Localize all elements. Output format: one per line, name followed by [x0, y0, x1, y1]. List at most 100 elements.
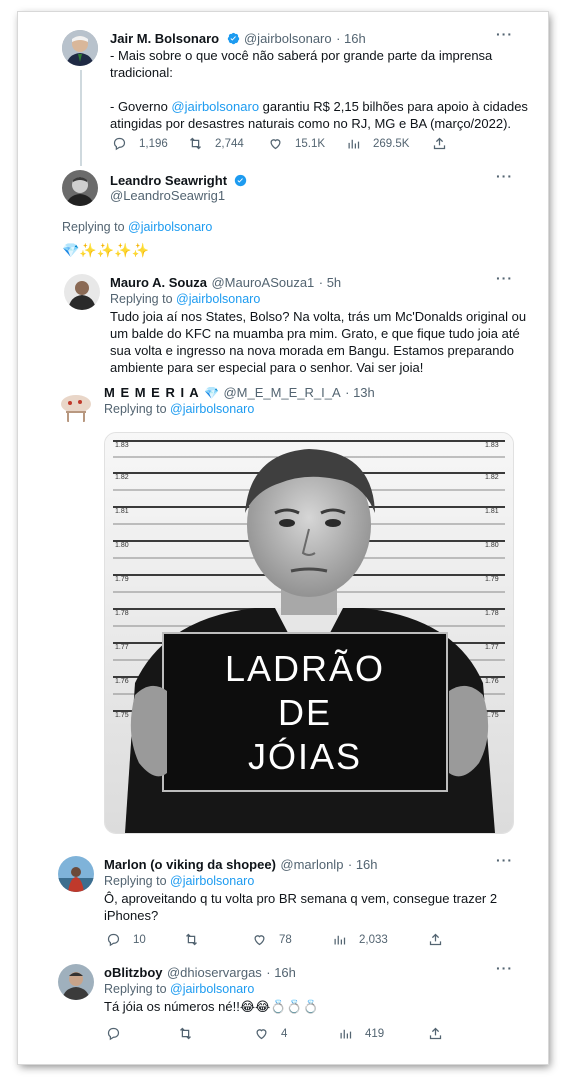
tweet-text-line: ambiente para ser especial para o senhor…: [110, 360, 424, 375]
tweet-time[interactable]: · 16h: [348, 857, 378, 872]
mention-link[interactable]: @jairbolsonaro: [170, 982, 254, 996]
author-handle[interactable]: @dhioservargas: [167, 965, 262, 980]
avatar[interactable]: [58, 856, 94, 892]
tweet-header: oBlitzboy @dhioservargas · 16h: [104, 964, 296, 982]
author-name[interactable]: oBlitzboy: [104, 965, 163, 980]
height-mark: 1.83: [115, 442, 129, 449]
tweet-text-line: Ô, aproveitando q tu volta pro BR semana…: [104, 891, 498, 906]
reply-count: 10: [133, 933, 146, 946]
tweet-text-line: atingidas por desastres naturais como no…: [110, 116, 512, 131]
avatar[interactable]: [58, 388, 94, 424]
replying-label: Replying to: [104, 402, 171, 416]
tweet-time[interactable]: · 5h: [319, 275, 341, 290]
more-icon[interactable]: ···: [496, 26, 513, 42]
like-icon: [270, 139, 281, 150]
height-mark: 1.78: [485, 610, 499, 617]
tweet-header: Marlon (o viking da shopee) @marlonlp · …: [104, 856, 378, 874]
share-button[interactable]: [432, 136, 447, 151]
reply-icon: [107, 933, 120, 947]
author-handle[interactable]: @marlonlp: [280, 857, 343, 872]
author-name[interactable]: Jair M. Bolsonaro: [110, 31, 219, 46]
retweet-button[interactable]: [184, 932, 211, 947]
share-icon: [429, 1027, 442, 1040]
replying-to: Replying to @jairbolsonaro: [104, 982, 254, 996]
height-mark: 1.82: [115, 474, 129, 481]
author-handle[interactable]: @M_E_M_E_R_I_A: [223, 385, 340, 400]
views-button[interactable]: 269.5K: [346, 136, 409, 151]
height-mark: 1.77: [485, 644, 499, 651]
reply-button[interactable]: 10: [106, 932, 146, 947]
views-icon: [348, 139, 360, 149]
mention-link[interactable]: @jairbolsonaro: [170, 874, 254, 888]
views-icon: [340, 1029, 352, 1039]
more-icon[interactable]: ···: [496, 960, 513, 976]
placard-text: DE: [278, 692, 332, 733]
author-handle[interactable]: @MauroASouza1: [211, 275, 314, 290]
mention-link[interactable]: @jairbolsonaro: [176, 292, 260, 306]
replying-to: Replying to @jairbolsonaro: [104, 402, 254, 416]
mention-link[interactable]: @jairbolsonaro: [170, 402, 254, 416]
retweet-button[interactable]: 2,744: [188, 136, 244, 151]
mugshot-image: 1.83 1.82 1.81 1.80 1.79 1.78 1.77 1.76 …: [105, 433, 513, 833]
verified-icon: [227, 32, 239, 45]
tweet-text-line: Tudo joia aí nos States, Bolso? Na volta…: [110, 309, 527, 324]
author-name[interactable]: Mauro A. Souza: [110, 275, 207, 290]
share-button[interactable]: [428, 932, 443, 947]
like-button[interactable]: 78: [252, 932, 292, 947]
replying-label: Replying to: [110, 292, 177, 306]
like-button[interactable]: 15.1K: [268, 136, 325, 151]
tweet-time[interactable]: · 16h: [266, 965, 296, 980]
retweet-button[interactable]: [178, 1026, 205, 1041]
retweet-icon: [190, 137, 201, 150]
text-segment: - Governo: [110, 99, 172, 114]
tweet-header: Jair M. Bolsonaro @jairbolsonaro · 16h: [110, 30, 366, 48]
views-button[interactable]: 2,033: [332, 932, 388, 947]
more-icon[interactable]: ···: [496, 852, 513, 868]
tweet-text-line: - Governo @jairbolsonaro garantiu R$ 2,1…: [110, 98, 530, 115]
timeline: Jair M. Bolsonaro @jairbolsonaro · 16h ·…: [18, 12, 548, 1064]
tweet-text-line: tradicional:: [110, 65, 173, 80]
reply-button[interactable]: 1,196: [112, 136, 168, 151]
reply-icon: [113, 137, 126, 151]
mention-link[interactable]: @jairbolsonaro: [171, 99, 259, 114]
avatar[interactable]: [64, 274, 100, 310]
author-name[interactable]: Marlon (o viking da shopee): [104, 857, 276, 872]
view-count: 419: [365, 1027, 385, 1040]
mention-link[interactable]: @jairbolsonaro: [128, 220, 212, 234]
height-mark: 1.81: [485, 508, 499, 515]
name-emoji: 💎: [204, 386, 219, 400]
author-name[interactable]: Leandro Seawright: [110, 173, 227, 188]
tweet-text: Tudo joia aí nos States, Bolso? Na volta…: [110, 308, 540, 376]
tweet-time[interactable]: · 16h: [336, 31, 366, 46]
avatar[interactable]: [62, 30, 98, 66]
retweet-icon: [180, 1027, 191, 1040]
tweet-image[interactable]: 1.83 1.82 1.81 1.80 1.79 1.78 1.77 1.76 …: [104, 432, 514, 834]
avatar[interactable]: [62, 170, 98, 206]
views-button[interactable]: 419: [338, 1026, 384, 1041]
height-mark: 1.76: [485, 678, 499, 685]
share-button[interactable]: [428, 1026, 443, 1041]
tweet-time[interactable]: · 13h: [345, 385, 375, 400]
more-icon[interactable]: ···: [496, 168, 513, 184]
view-count: 269.5K: [373, 137, 410, 150]
height-mark: 1.80: [115, 542, 129, 549]
height-mark: 1.75: [115, 712, 129, 719]
author-handle[interactable]: @jairbolsonaro: [244, 31, 332, 46]
like-button[interactable]: 4: [254, 1026, 287, 1041]
height-mark: 1.83: [485, 442, 499, 449]
more-icon[interactable]: ···: [496, 270, 513, 286]
reply-button[interactable]: [106, 1026, 133, 1041]
height-mark: 1.80: [485, 542, 499, 549]
replying-label: Replying to: [62, 220, 129, 234]
avatar[interactable]: [58, 964, 94, 1000]
like-icon: [256, 1029, 267, 1040]
placard-text: JÓIAS: [248, 736, 362, 777]
tweet-header: M E M E R I A 💎 @M_E_M_E_R_I_A · 13h: [104, 384, 375, 402]
reply-count: 1,196: [139, 137, 168, 150]
tweet-text-line: iPhones?: [104, 908, 159, 923]
like-count: 78: [279, 933, 292, 946]
reply-icon: [107, 1027, 120, 1041]
author-handle[interactable]: @LeandroSeawrig1: [110, 188, 225, 203]
author-name[interactable]: M E M E R I A: [104, 385, 200, 400]
tweet-text: - Mais sobre o que você não saberá por g…: [110, 47, 530, 132]
